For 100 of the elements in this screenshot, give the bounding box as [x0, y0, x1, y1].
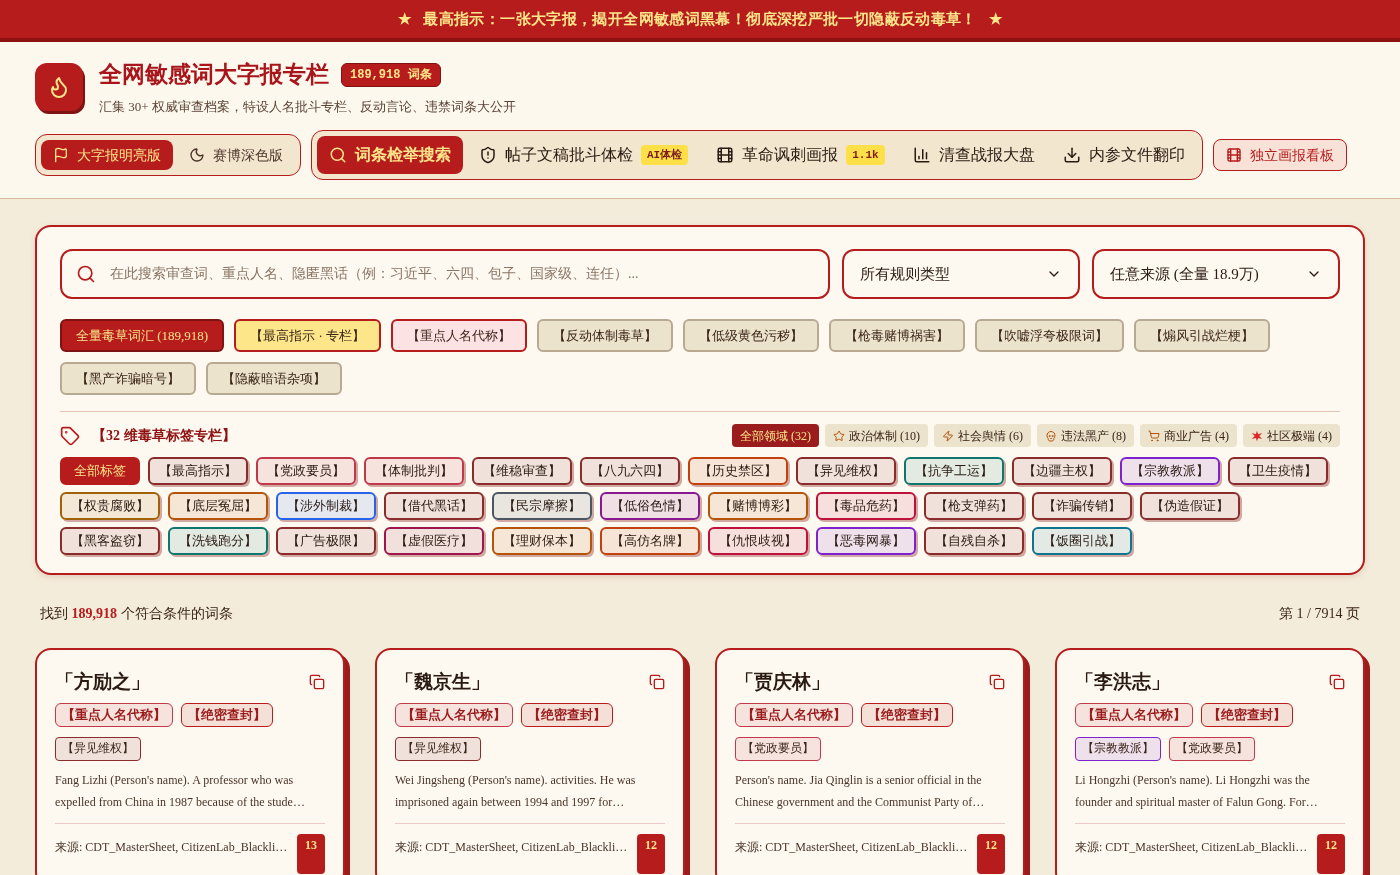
copy-icon[interactable]	[649, 674, 665, 691]
tag-chip[interactable]: 【仇恨歧视】	[708, 527, 808, 555]
tag-chip[interactable]: 【赌博博彩】	[708, 492, 808, 520]
tag-chip[interactable]: 【抗争工运】	[904, 457, 1004, 485]
banner-text: 最高指示：一张大字报，揭开全网敏感词黑幕！彻底深挖严批一切隐蔽反动毒草！	[423, 9, 977, 29]
rule-tag: 【绝密查封】	[861, 702, 953, 728]
tag-chip[interactable]: 【民宗摩擦】	[492, 492, 592, 520]
tag-chip[interactable]: 【洗钱跑分】	[168, 527, 268, 555]
tag-chip[interactable]: 【恶毒网暴】	[816, 527, 916, 555]
domain-chip[interactable]: 社会舆情 (6)	[934, 424, 1031, 447]
rule-tag: 【绝密查封】	[521, 702, 613, 728]
rule-tag: 【绝密查封】	[1201, 702, 1293, 728]
rule-filter-chip[interactable]: 【吹嘘浮夸极限词】	[975, 319, 1124, 352]
tag-chip[interactable]: 【饭圈引战】	[1032, 527, 1132, 555]
tag-chip[interactable]: 【党政要员】	[256, 457, 356, 485]
topic-tag: 【异见维权】	[55, 737, 141, 761]
tag-chip[interactable]: 【异见维权】	[796, 457, 896, 485]
domain-chip[interactable]: 政治体制 (10)	[825, 424, 928, 447]
domain-chip[interactable]: 违法黑产 (8)	[1037, 424, 1134, 447]
rule-filter-chip[interactable]: 【黑产诈骗暗号】	[60, 362, 196, 395]
tag-chip[interactable]: 【体制批判】	[364, 457, 464, 485]
source-text: 来源: CDT_MasterSheet, CitizenLab_Blackli…	[55, 838, 288, 856]
burst-icon	[1251, 429, 1263, 442]
tag-chip[interactable]: 【高仿名牌】	[600, 527, 700, 555]
search-icon	[329, 146, 347, 164]
star-icon	[833, 429, 845, 442]
rule-filter-chip[interactable]: 【重点人名代称】	[391, 319, 527, 352]
term-description: Li Hongzhi (Person's name). Li Hongzhi was the founder and spiritual master of Falun Gong. For…	[1075, 768, 1345, 824]
rule-tag: 【重点人名代称】	[395, 702, 513, 728]
tag-chip[interactable]: 【枪支弹药】	[924, 492, 1024, 520]
board-button[interactable]: 独立画报看板	[1212, 139, 1347, 171]
rule-tag: 【重点人名代称】	[1075, 702, 1193, 728]
results-count: 找到 189,918 个符合条件的词条	[40, 605, 233, 623]
tag-chip[interactable]: 【底层冤屈】	[168, 492, 268, 520]
tag-chip[interactable]: 【伪造假证】	[1140, 492, 1240, 520]
tag-chip[interactable]: 【毒品危药】	[816, 492, 916, 520]
film-icon	[1225, 147, 1242, 163]
source-select[interactable]: 任意来源 (全量 18.9万)	[1092, 249, 1340, 299]
topic-tag: 【异见维权】	[395, 737, 481, 761]
nav-tab[interactable]: 内参文件翻印	[1050, 136, 1197, 174]
domain-chip[interactable]: 商业广告 (4)	[1140, 424, 1237, 447]
domain-chip[interactable]: 全部领域 (32)	[732, 424, 819, 447]
app-title: 全网敏感词大字报专栏	[99, 61, 329, 89]
term-title: 「魏京生」	[395, 670, 490, 694]
tag-chip[interactable]: 【卫生疫情】	[1228, 457, 1328, 485]
rule-filter-chip[interactable]: 【低级黄色污秽】	[683, 319, 819, 352]
source-text: 来源: CDT_MasterSheet, CitizenLab_Blackli…	[735, 838, 968, 856]
theme-option[interactable]: 大字报明亮版	[41, 140, 173, 170]
tag-chip[interactable]: 【宗教教派】	[1120, 457, 1220, 485]
tag-chip[interactable]: 【虚假医疗】	[384, 527, 484, 555]
source-count-badge: 12	[977, 833, 1005, 874]
term-title: 「贾庆林」	[735, 670, 830, 694]
domain-chip[interactable]: 社区极端 (4)	[1243, 424, 1340, 447]
rule-filter-chip[interactable]: 全量毒草词汇 (189,918)	[60, 319, 225, 352]
rule-filter-chip[interactable]: 【反动体制毒草】	[537, 319, 673, 352]
tag-chip[interactable]: 【自残自杀】	[924, 527, 1024, 555]
theme-option[interactable]: 赛博深色版	[177, 140, 295, 170]
rule-tag: 【重点人名代称】	[55, 702, 173, 728]
nav-tab[interactable]: 清查战报大盘	[900, 136, 1047, 174]
copy-icon[interactable]	[309, 674, 325, 691]
source-text: 来源: CDT_MasterSheet, CitizenLab_Blackli…	[1075, 838, 1308, 856]
nav-tab[interactable]: 革命讽刺画报 1.1k	[704, 136, 897, 174]
topic-tag: 【党政要员】	[1169, 737, 1255, 761]
tag-section-title: 【32 维毒草标签专栏】	[92, 427, 236, 445]
rule-type-select[interactable]: 所有规则类型	[842, 249, 1080, 299]
search-field[interactable]: 在此搜索审查词、重点人名、隐匿黑话（例：习近平、六四、包子、国家级、连任）...	[60, 249, 830, 299]
tag-chip[interactable]: 全部标签	[60, 457, 140, 485]
nav-tab[interactable]: 词条检举搜索	[317, 136, 463, 174]
count-badge: 189,918 词条	[341, 63, 441, 88]
search-icon	[76, 264, 96, 284]
tag-chip[interactable]: 【维稳审查】	[472, 457, 572, 485]
tag-chip[interactable]: 【广告极限】	[276, 527, 376, 555]
tag-chip[interactable]: 【诈骗传销】	[1032, 492, 1132, 520]
cart-icon	[1148, 429, 1160, 442]
tag-chip[interactable]: 【边疆主权】	[1012, 457, 1112, 485]
rule-filter-chip[interactable]: 【煽风引战烂梗】	[1134, 319, 1270, 352]
tab-badge: AI体检	[641, 144, 689, 166]
rule-filter-chip[interactable]: 【隐蔽暗语杂项】	[206, 362, 342, 395]
star-mark: ★	[398, 9, 412, 29]
tag-chip[interactable]: 【历史禁区】	[688, 457, 788, 485]
tag-chip[interactable]: 【涉外制裁】	[276, 492, 376, 520]
tag-chip[interactable]: 【黑客盗窃】	[60, 527, 160, 555]
tag-chip[interactable]: 【最高指示】	[148, 457, 248, 485]
moon-icon	[189, 147, 205, 163]
nav-tab[interactable]: 帖子文稿批斗体检 AI体检	[467, 136, 701, 174]
copy-icon[interactable]	[989, 674, 1005, 691]
tab-badge: 1.1k	[846, 144, 885, 166]
tag-chip[interactable]: 【借代黑话】	[384, 492, 484, 520]
source-text: 来源: CDT_MasterSheet, CitizenLab_Blackli…	[395, 838, 628, 856]
rule-tag: 【绝密查封】	[181, 702, 273, 728]
tag-chip[interactable]: 【理财保本】	[492, 527, 592, 555]
rule-filter-chip[interactable]: 【枪毒赌博祸害】	[829, 319, 965, 352]
tag-chip[interactable]: 【权贵腐败】	[60, 492, 160, 520]
term-description: Person's name. Jia Qinglin is a senior official in the Chinese government and the Communist Party of…	[735, 768, 1005, 824]
flag-icon	[53, 147, 69, 163]
copy-icon[interactable]	[1329, 674, 1345, 691]
source-count-badge: 13	[297, 833, 325, 874]
tag-chip[interactable]: 【低俗色情】	[600, 492, 700, 520]
rule-filter-chip[interactable]: 【最高指示 · 专栏】	[234, 319, 381, 352]
tag-chip[interactable]: 【八九六四】	[580, 457, 680, 485]
